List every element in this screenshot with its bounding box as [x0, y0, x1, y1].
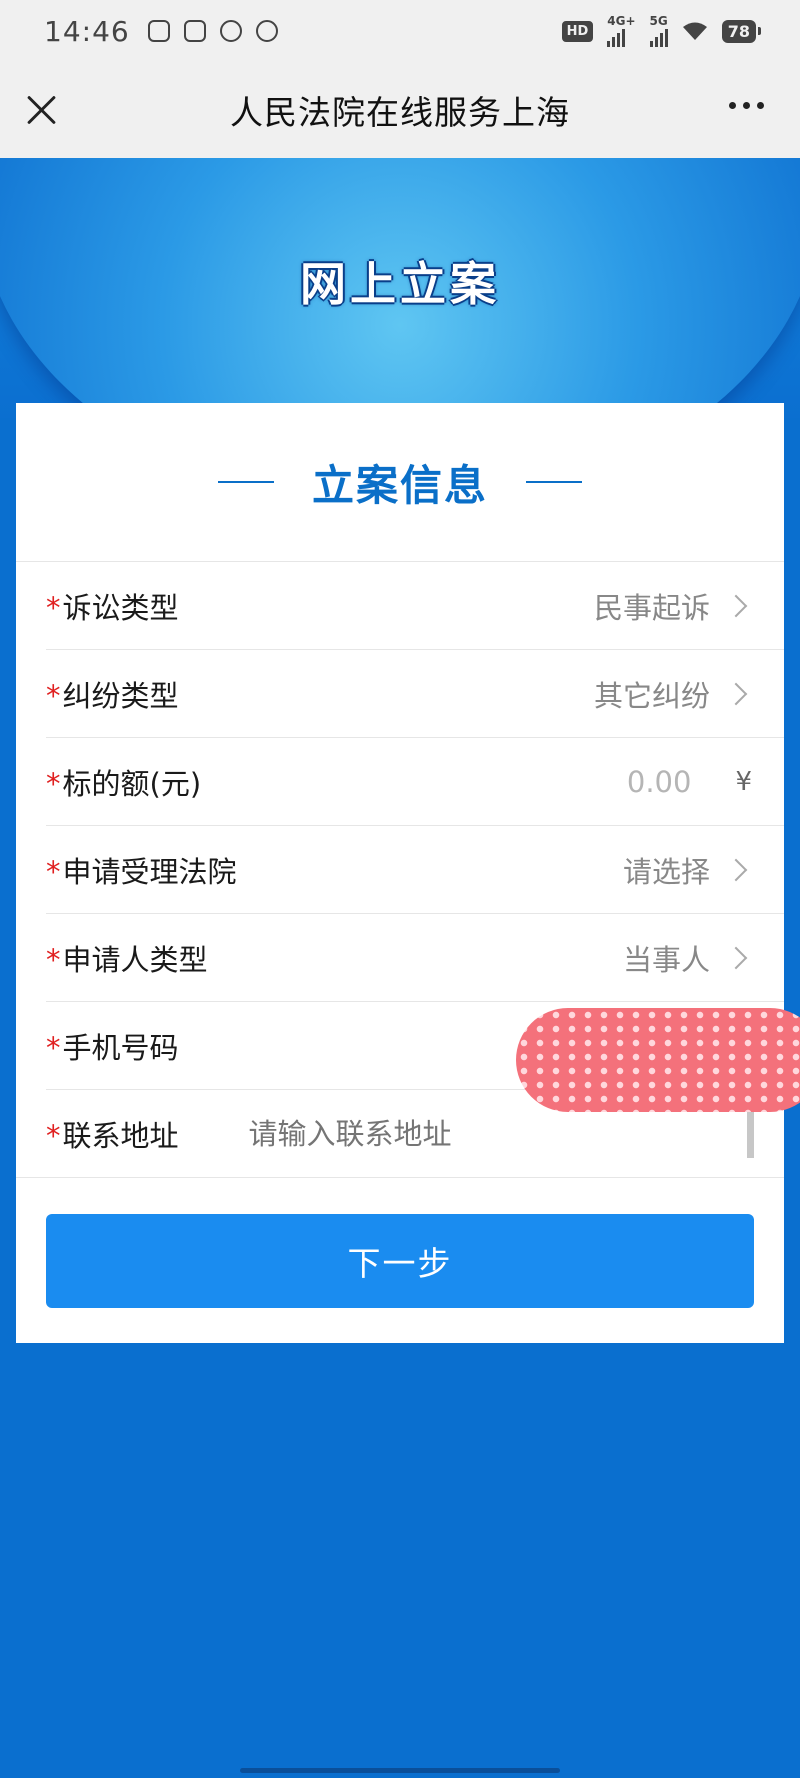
status-app-icons: [147, 20, 278, 42]
row-lawsuit-type[interactable]: *诉讼类型 民事起诉: [46, 562, 784, 650]
row-label-text: 诉讼类型: [62, 590, 179, 625]
address-input[interactable]: [248, 1116, 609, 1151]
button-area: 下一步: [16, 1178, 784, 1308]
row-label: *联系地址: [46, 1113, 179, 1155]
amount-input[interactable]: 0.00: [627, 765, 692, 799]
row-applicant-type[interactable]: *申请人类型 当事人: [46, 914, 784, 1002]
next-step-button[interactable]: 下一步: [46, 1214, 754, 1308]
row-claim-amount[interactable]: *标的额(元) 0.00 ¥: [46, 738, 784, 826]
header-line-right: [526, 481, 582, 483]
chevron-right-icon: [724, 594, 748, 617]
chevron-right-icon: [724, 946, 748, 969]
chevron-right-icon: [724, 682, 748, 705]
row-label-text: 纠纷类型: [62, 678, 179, 713]
photo-app-icon: [183, 20, 206, 42]
status-bar: 14:46 HD 4G+ 5G 78: [0, 0, 800, 62]
status-indicators: HD 4G+ 5G 78: [561, 14, 762, 47]
required-mark: *: [46, 1118, 61, 1153]
row-value: 民事起诉: [593, 590, 710, 625]
row-label: *手机号码: [46, 1025, 179, 1067]
row-label: *标的额(元): [46, 761, 201, 803]
close-icon[interactable]: [22, 90, 62, 130]
home-indicator[interactable]: [240, 1768, 560, 1773]
more-options-icon[interactable]: [729, 102, 764, 109]
row-dispute-type[interactable]: *纠纷类型 其它纠纷: [46, 650, 784, 738]
status-time: 14:46: [44, 14, 130, 48]
required-mark: *: [46, 678, 61, 713]
header-line-left: [217, 481, 274, 483]
tiktok-icon: [219, 20, 242, 42]
row-label-text: 申请人类型: [62, 942, 208, 977]
chevron-right-icon: [724, 858, 748, 881]
section-title: 立案信息: [311, 460, 488, 510]
signal-4g-icon: 4G+: [607, 14, 636, 47]
required-mark: *: [46, 590, 61, 625]
row-value: 当事人: [622, 942, 710, 977]
title-bar: 人民法院在线服务上海: [0, 62, 800, 158]
signal-5g-label: 5G: [649, 14, 668, 28]
row-label-text: 联系地址: [62, 1118, 179, 1153]
hd-icon: HD: [561, 20, 594, 42]
required-mark: *: [46, 854, 61, 889]
banner: 网上立案: [0, 158, 800, 418]
wifi-icon: [682, 22, 707, 40]
row-label-text: 标的额(元): [62, 766, 202, 801]
row-value: 其它纠纷: [593, 678, 710, 713]
scroll-handle[interactable]: [747, 1112, 754, 1158]
redaction-sticker: [516, 1008, 800, 1112]
form-card: 立案信息 *诉讼类型 民事起诉 *纠纷类型 其它纠纷 *标的额(元) 0.00 …: [16, 403, 800, 1343]
signal-5g-icon: 5G: [649, 14, 668, 47]
row-label: *申请受理法院: [46, 849, 237, 891]
battery-icon: 78: [721, 19, 762, 43]
row-label: *纠纷类型: [46, 673, 179, 715]
yuan-icon: ¥: [735, 766, 752, 797]
row-label-text: 手机号码: [62, 1030, 179, 1065]
row-value: 请选择: [622, 854, 710, 889]
row-label: *申请人类型: [46, 937, 208, 979]
row-phone[interactable]: *手机号码: [46, 1002, 800, 1112]
required-mark: *: [46, 766, 61, 801]
signal-4g-label: 4G+: [607, 14, 636, 28]
required-mark: *: [46, 942, 61, 977]
page-title: 人民法院在线服务上海: [230, 93, 570, 132]
section-header: 立案信息: [16, 403, 784, 562]
row-label: *诉讼类型: [46, 585, 179, 627]
required-mark: *: [46, 1030, 61, 1065]
row-label-text: 申请受理法院: [62, 854, 237, 889]
wechat-icon: [255, 20, 278, 42]
tv-app-icon: [147, 20, 170, 42]
row-court[interactable]: *申请受理法院 请选择: [46, 826, 784, 914]
banner-title: 网上立案: [300, 257, 500, 311]
